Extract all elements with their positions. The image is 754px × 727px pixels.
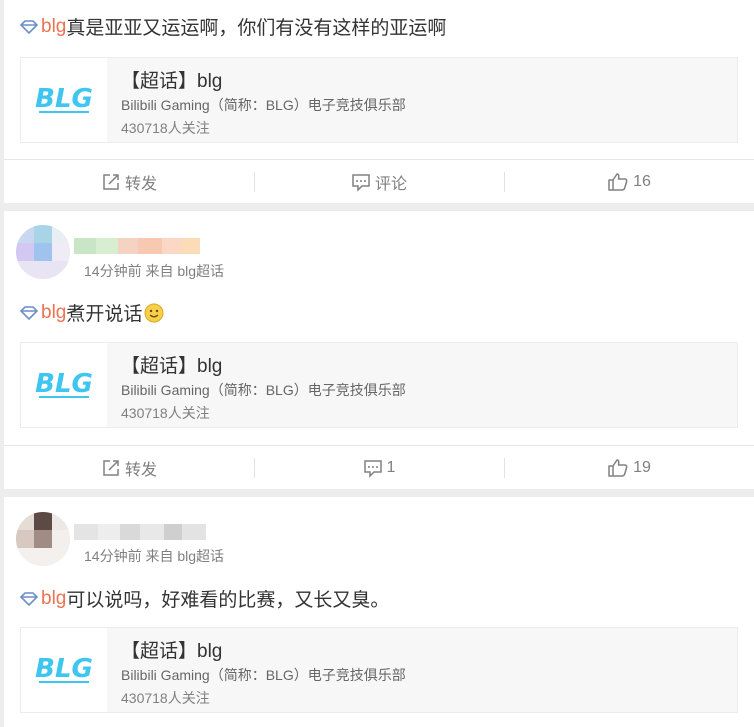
topic-card[interactable]: BLG 【超话】blg Bilibili Gaming（简称：BLG）电子竞技俱… bbox=[20, 57, 738, 143]
svg-text:BLG: BLG bbox=[35, 654, 93, 684]
diamond-icon bbox=[20, 591, 38, 606]
like-button[interactable]: 16 bbox=[504, 160, 754, 203]
post-card: 14分钟前 来自 blg超话 blg 可以说吗，好难看的比赛，又长又臭。 BLG… bbox=[4, 497, 754, 727]
like-count: 16 bbox=[633, 172, 651, 190]
diamond-icon bbox=[20, 19, 38, 34]
topic-title[interactable]: 【超话】blg bbox=[121, 66, 222, 93]
comment-icon bbox=[363, 459, 382, 478]
comment-label: 评论 bbox=[374, 175, 407, 193]
topic-followers: 430718人关注 bbox=[121, 405, 210, 421]
svg-text:BLG: BLG bbox=[35, 84, 93, 114]
topic-label: blg bbox=[41, 587, 67, 609]
blg-logo: BLG bbox=[21, 343, 107, 427]
topic-followers: 430718人关注 bbox=[121, 120, 210, 136]
post-text: blg 真是亚亚又运运啊，你们有没有这样的亚运啊 bbox=[20, 13, 446, 40]
post-meta: 14分钟前 来自 blg超话 bbox=[84, 548, 225, 564]
comment-icon bbox=[352, 173, 370, 192]
topic-card[interactable]: BLG 【超话】blg Bilibili Gaming（简称：BLG）电子竞技俱… bbox=[20, 627, 738, 713]
blg-logo: BLG bbox=[21, 58, 107, 142]
post-body: 真是亚亚又运运啊，你们有没有这样的亚运啊 bbox=[66, 18, 447, 39]
smile-emoji-icon bbox=[144, 303, 164, 322]
diamond-icon bbox=[20, 305, 38, 320]
action-bar: 转发 评论 16 bbox=[4, 159, 754, 203]
like-count: 19 bbox=[633, 458, 651, 476]
topic-title[interactable]: 【超话】blg bbox=[121, 351, 222, 378]
like-icon bbox=[608, 458, 628, 477]
like-button[interactable]: 19 bbox=[504, 446, 754, 489]
topic-title[interactable]: 【超话】blg bbox=[121, 636, 222, 663]
topic-label: blg bbox=[41, 15, 67, 37]
post-card: blg 真是亚亚又运运啊，你们有没有这样的亚运啊 BLG 【超话】blg Bil… bbox=[4, 0, 754, 203]
comment-count: 1 bbox=[386, 458, 396, 476]
post-card: 14分钟前 来自 blg超话 blg 煮开说话 BLG 【超话】blg Bili… bbox=[4, 211, 754, 489]
repost-button[interactable]: 转发 bbox=[4, 160, 254, 203]
avatar[interactable] bbox=[16, 225, 70, 279]
topic-card[interactable]: BLG 【超话】blg Bilibili Gaming（简称：BLG）电子竞技俱… bbox=[20, 342, 738, 428]
post-body: 煮开说话 bbox=[66, 304, 143, 325]
post-meta: 14分钟前 来自 blg超话 bbox=[84, 263, 225, 279]
topic-followers: 430718人关注 bbox=[121, 690, 210, 706]
action-bar: 转发 1 19 bbox=[4, 445, 754, 489]
topic-link[interactable]: blg bbox=[20, 302, 66, 324]
topic-link[interactable]: blg bbox=[20, 16, 66, 38]
blg-logo: BLG bbox=[21, 628, 107, 712]
topic-link[interactable]: blg bbox=[20, 588, 66, 610]
repost-icon bbox=[103, 173, 119, 190]
topic-label: blg bbox=[41, 301, 67, 323]
like-icon bbox=[608, 172, 628, 191]
post-body: 可以说吗，好难看的比赛，又长又臭。 bbox=[66, 590, 390, 611]
repost-icon bbox=[103, 459, 119, 476]
topic-description: Bilibili Gaming（简称：BLG）电子竞技俱乐部 bbox=[121, 382, 406, 398]
post-text: blg 煮开说话 bbox=[20, 299, 164, 326]
avatar[interactable] bbox=[16, 512, 70, 566]
repost-button[interactable]: 转发 bbox=[4, 446, 254, 489]
topic-description: Bilibili Gaming（简称：BLG）电子竞技俱乐部 bbox=[121, 667, 406, 683]
post-text: blg 可以说吗，好难看的比赛，又长又臭。 bbox=[20, 585, 389, 612]
comment-button[interactable]: 1 bbox=[254, 446, 504, 489]
comment-button[interactable]: 评论 bbox=[254, 160, 504, 203]
svg-text:BLG: BLG bbox=[35, 369, 93, 399]
repost-label: 转发 bbox=[124, 461, 157, 479]
repost-label: 转发 bbox=[124, 175, 157, 193]
topic-description: Bilibili Gaming（简称：BLG）电子竞技俱乐部 bbox=[121, 97, 406, 113]
